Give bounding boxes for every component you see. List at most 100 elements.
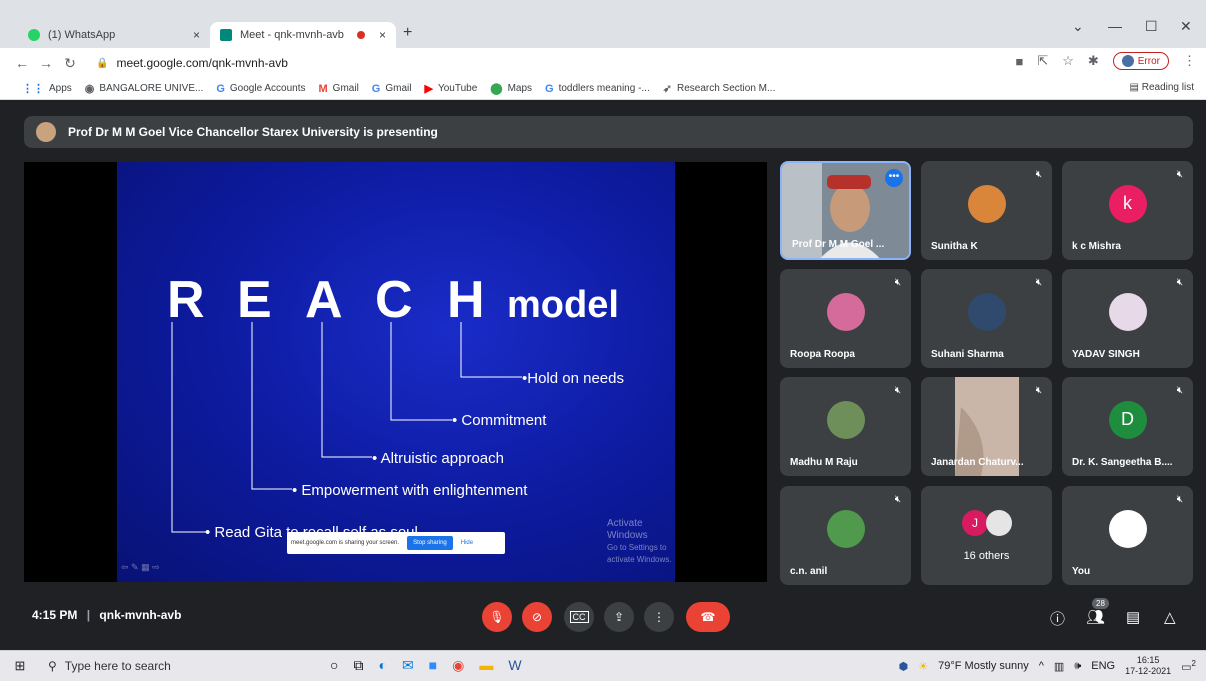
others-tile[interactable]: J 16 others: [921, 486, 1052, 585]
slide-toolbar[interactable]: ⇦ ✎ ▦ ⇨: [121, 562, 160, 573]
clock-date: 17-12-2021: [1125, 666, 1172, 676]
present-screen-icon[interactable]: ⇪: [604, 602, 634, 632]
participant-name: k c Mishra: [1072, 241, 1121, 252]
activities-icon[interactable]: △: [1164, 608, 1176, 626]
reading-list-button[interactable]: ▤ Reading list: [1130, 82, 1195, 93]
tab-title: (1) WhatsApp: [48, 29, 116, 41]
cortana-icon[interactable]: ○: [330, 657, 338, 674]
task-view-icon[interactable]: ⧉: [353, 657, 363, 674]
extensions-icon[interactable]: ✱: [1088, 53, 1099, 69]
weather-text[interactable]: 79°F Mostly sunny: [938, 660, 1029, 672]
forward-icon[interactable]: →: [34, 55, 58, 71]
star-icon[interactable]: ☆: [1062, 53, 1074, 69]
volume-icon[interactable]: 🕪︎: [1074, 660, 1081, 673]
research-icon: ➶: [662, 83, 672, 95]
participant-name: c.n. anil: [790, 566, 828, 577]
self-tile[interactable]: 🔇︎ You: [1062, 486, 1193, 585]
maximize-icon[interactable]: ☐: [1145, 18, 1158, 35]
participant-tile[interactable]: 🔇︎ Madhu M Raju: [780, 377, 911, 476]
tab-search-icon[interactable]: ⌄: [1072, 18, 1084, 35]
participant-tile-speaker[interactable]: ••• Prof Dr M M Goel ...: [780, 161, 911, 260]
participant-tile[interactable]: 🔇︎ Roopa Roopa: [780, 269, 911, 368]
word-icon[interactable]: W: [508, 657, 521, 674]
muted-icon: 🔇︎: [1176, 169, 1183, 180]
notifications-icon[interactable]: ▭2: [1181, 659, 1196, 674]
recording-icon: [356, 31, 365, 39]
participant-tile[interactable]: 🔇︎ Suhani Sharma: [921, 269, 1052, 368]
participant-tile[interactable]: 🔇︎ k k c Mishra: [1062, 161, 1193, 260]
bookmark-maps[interactable]: ⬤ Maps: [490, 82, 532, 95]
profile-error-button[interactable]: Error: [1112, 52, 1169, 70]
avatar: [826, 509, 865, 548]
bookmark-youtube[interactable]: ▶ YouTube: [424, 82, 477, 95]
more-options-icon[interactable]: •••: [885, 169, 903, 187]
close-tab-icon[interactable]: ×: [193, 28, 200, 42]
bookmark-google-accounts[interactable]: G Google Accounts: [216, 83, 305, 95]
participant-tile[interactable]: 🔇︎ YADAV SINGH: [1062, 269, 1193, 368]
close-tab-icon[interactable]: ×: [379, 28, 386, 42]
muted-icon: 🔇︎: [894, 277, 901, 288]
slide-letter-r: R: [167, 271, 205, 329]
avatar: [36, 122, 56, 142]
new-tab-button[interactable]: +: [403, 24, 412, 42]
people-button[interactable]: 👥︎ 28: [1086, 598, 1109, 626]
show-hidden-icons[interactable]: ^: [1039, 660, 1044, 672]
minimize-icon[interactable]: —: [1108, 18, 1122, 34]
participant-tile[interactable]: 🔇︎ D Dr. K. Sangeetha B....: [1062, 377, 1193, 476]
zoom-icon[interactable]: ■: [429, 657, 437, 674]
participant-tile[interactable]: 🔇︎ Janardan Chaturv...: [921, 377, 1052, 476]
chrome-icon[interactable]: ◉: [452, 657, 464, 674]
bookmark-gmail[interactable]: M Gmail: [319, 83, 359, 95]
bookmark-label: Gmail: [385, 83, 412, 94]
more-options-icon[interactable]: ⋮: [644, 602, 674, 632]
share-icon[interactable]: ⇱: [1037, 53, 1048, 69]
participant-count-badge: 28: [1092, 598, 1109, 609]
reading-list-label: Reading list: [1141, 82, 1194, 93]
end-call-icon[interactable]: ☎: [686, 602, 730, 632]
edge-icon[interactable]: ◐: [378, 657, 386, 674]
language-indicator[interactable]: ENG: [1091, 660, 1115, 672]
weather-icon: ☀: [918, 660, 929, 673]
network-icon[interactable]: ▥: [1054, 660, 1064, 673]
meet-icon: [220, 29, 232, 41]
slide-letter-e: E: [237, 271, 272, 329]
watermark-title: Activate Windows: [607, 518, 648, 541]
bookmarks-bar: ⋮⋮ Apps ◉ BANGALORE UNIVE... G Google Accou…: [0, 78, 1206, 100]
stop-sharing-button[interactable]: Stop sharing: [407, 536, 453, 550]
reading-list-icon: ▤: [1129, 82, 1142, 93]
reload-icon[interactable]: ↻: [58, 55, 82, 72]
bookmark-gmail-2[interactable]: G Gmail: [372, 83, 412, 95]
back-icon[interactable]: ←: [10, 55, 34, 71]
bookmark-label: BANGALORE UNIVE...: [99, 83, 204, 94]
meeting-details-icon[interactable]: ⓘ: [1050, 608, 1065, 629]
bookmark-label: toddlers meaning -...: [558, 83, 650, 94]
muted-icon: 🔇︎: [1176, 277, 1183, 288]
mic-off-icon[interactable]: 🎙: [482, 602, 512, 632]
camera-off-icon[interactable]: ⊘: [522, 602, 552, 632]
hide-button[interactable]: Hide: [461, 540, 473, 546]
bookmark-apps[interactable]: ⋮⋮ Apps: [22, 82, 72, 95]
camera-icon[interactable]: ■: [1015, 54, 1023, 69]
tab-whatsapp[interactable]: (1) WhatsApp ×: [18, 22, 210, 48]
clock[interactable]: 16:15 17-12-2021: [1125, 655, 1171, 677]
url-field[interactable]: 🔒 meet.google.com/qnk-mvnh-avb: [96, 52, 996, 74]
captions-button[interactable]: CC: [564, 602, 594, 632]
taskbar-search-input[interactable]: ⚲ Type here to search: [40, 654, 240, 678]
mail-icon[interactable]: ✉: [402, 657, 414, 674]
bookmark-label: Apps: [49, 83, 72, 94]
app-icon[interactable]: ⬢: [899, 660, 909, 673]
windows-start-icon[interactable]: ⊞: [0, 658, 40, 674]
meeting-controls-bar: 4:15 PM | qnk-mvnh-avb 🎙 ⊘ CC ⇪ ⋮ ☎ ⓘ 👥︎…: [0, 592, 1206, 640]
bookmark-toddlers[interactable]: Gtoddlers meaning -...: [545, 83, 650, 95]
tab-meet[interactable]: Meet - qnk-mvnh-avb ×: [210, 22, 396, 48]
slide-letter-c: C: [375, 271, 413, 329]
chat-icon[interactable]: ▤: [1126, 608, 1140, 626]
bookmark-bangalore[interactable]: ◉ BANGALORE UNIVE...: [85, 82, 204, 95]
menu-icon[interactable]: ⋮: [1183, 53, 1196, 69]
file-explorer-icon[interactable]: ▬: [479, 657, 493, 674]
avatar: [826, 292, 865, 331]
bookmark-research[interactable]: ➶ Research Section M...: [663, 82, 776, 95]
participant-tile[interactable]: 🔇︎ Sunitha K: [921, 161, 1052, 260]
close-window-icon[interactable]: ✕: [1180, 18, 1192, 35]
participant-tile[interactable]: 🔇︎ c.n. anil: [780, 486, 911, 585]
